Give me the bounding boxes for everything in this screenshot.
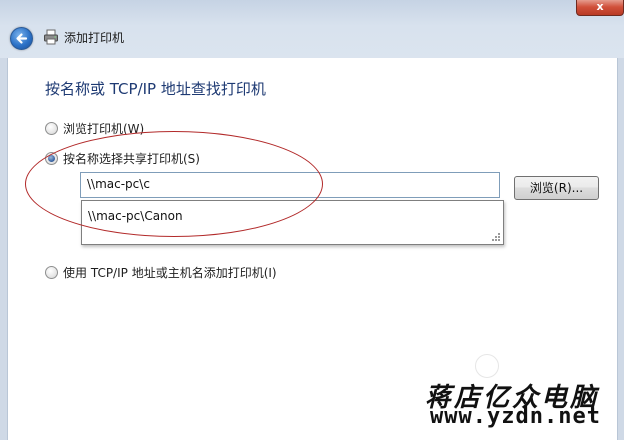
- tcpip-label[interactable]: 使用 TCP/IP 地址或主机名添加打印机(I): [63, 264, 277, 281]
- close-button[interactable]: x: [576, 0, 624, 16]
- autocomplete-dropdown: \\mac-pc\Canon: [81, 200, 504, 245]
- select-shared-label[interactable]: 按名称选择共享打印机(S): [63, 150, 200, 167]
- printer-icon: [44, 29, 58, 45]
- option-browse-printer[interactable]: 浏览打印机(W): [45, 120, 144, 137]
- option-tcpip[interactable]: 使用 TCP/IP 地址或主机名添加打印机(I): [45, 264, 277, 281]
- shared-printer-input[interactable]: \\mac-pc\c: [80, 172, 500, 198]
- page-heading: 按名称或 TCP/IP 地址查找打印机: [45, 80, 266, 98]
- title-bar: x 添加打印机: [0, 0, 624, 58]
- tcpip-radio[interactable]: [45, 266, 58, 279]
- option-select-shared[interactable]: 按名称选择共享打印机(S): [45, 150, 200, 167]
- resize-grip-icon[interactable]: [491, 232, 501, 242]
- back-button[interactable]: [10, 27, 33, 50]
- browse-printer-radio[interactable]: [45, 122, 58, 135]
- faint-logo-mark: [475, 354, 499, 378]
- back-arrow-icon: [16, 33, 28, 44]
- browse-button[interactable]: 浏览(R)...: [514, 176, 599, 200]
- close-icon: x: [596, 0, 604, 13]
- watermark-url: www.yzdn.net: [430, 404, 601, 429]
- select-shared-radio[interactable]: [45, 152, 58, 165]
- window-title: 添加打印机: [64, 31, 125, 45]
- browse-printer-label[interactable]: 浏览打印机(W): [63, 120, 144, 137]
- suggestion-item[interactable]: \\mac-pc\Canon: [88, 209, 183, 223]
